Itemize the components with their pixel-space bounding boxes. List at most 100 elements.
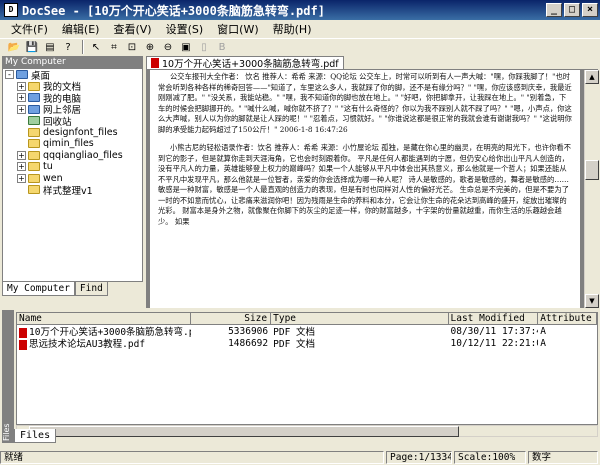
- tab-my-computer[interactable]: My Computer: [2, 282, 75, 296]
- files-side-label: Files: [2, 310, 14, 443]
- column-size[interactable]: Size: [191, 313, 272, 324]
- zoom-in-icon[interactable]: ⊕: [142, 40, 158, 54]
- tree-item[interactable]: 回收站: [3, 115, 142, 128]
- vertical-scrollbar[interactable]: ▲ ▼: [584, 70, 599, 308]
- tree-item-label: qimin_files: [43, 138, 94, 150]
- column-name[interactable]: Name: [17, 313, 192, 324]
- column-type[interactable]: Type: [271, 313, 449, 324]
- menu-settings[interactable]: 设置(S): [159, 21, 211, 37]
- folder-icon: [28, 139, 40, 149]
- horizontal-scrollbar[interactable]: [16, 425, 598, 437]
- left-tab-bar: My Computer Find: [2, 282, 143, 298]
- expand-icon[interactable]: +: [17, 104, 26, 114]
- close-button[interactable]: ×: [582, 3, 598, 17]
- column-last-modified[interactable]: Last Modified: [449, 313, 539, 324]
- file-size: 5336906: [228, 325, 269, 337]
- pdf-page: 公交车报刊大全作者： 饮名 推荐人：希希 来源：QQ论坛 公交车上，时常可以听到…: [150, 70, 580, 308]
- tree-item[interactable]: designfont_files: [3, 127, 142, 139]
- print-icon[interactable]: ▤: [42, 40, 58, 54]
- column-attribute[interactable]: Attribute: [538, 313, 597, 324]
- tree-item-label: designfont_files: [43, 126, 118, 138]
- recycle-bin-icon: [28, 116, 40, 126]
- scroll-up-icon[interactable]: ▲: [585, 70, 599, 84]
- tree-item-label: 样式整理v1: [43, 185, 93, 197]
- folder-icon: [28, 150, 40, 160]
- tree-item-label: tu: [43, 161, 53, 173]
- open-icon[interactable]: 📂: [6, 40, 22, 54]
- toolbar: 📂 💾 ▤ ? ↖ ⌗ ⊡ ⊕ ⊖ ▣ ▯ B: [0, 38, 600, 55]
- document-tab-bar: 10万个开心笑话+3000条脑筋急转弯.pdf: [146, 56, 598, 70]
- network-icon: [28, 104, 40, 114]
- document-viewport[interactable]: 公交车报刊大全作者： 饮名 推荐人：希希 来源：QQ论坛 公交车上，时常可以听到…: [146, 70, 584, 308]
- page-paragraph: 小熊古尼的轻松语录作者：饮名 推荐人：希希 来源：小竹屋论坛 孤独，是藏在你心里…: [158, 143, 571, 226]
- menu-window[interactable]: 窗口(W): [210, 21, 265, 37]
- tab-files[interactable]: Files: [14, 429, 57, 443]
- expand-icon[interactable]: +: [17, 173, 26, 183]
- tree-item-label: 回收站: [43, 116, 72, 128]
- tab-find[interactable]: Find: [74, 282, 108, 296]
- tree-item[interactable]: + 网上邻居: [3, 104, 142, 116]
- file-modified: 08/30/11 17:37:40: [450, 325, 539, 337]
- document-area: 10万个开心笑话+3000条脑筋急转弯.pdf 公交车报刊大全作者： 饮名 推荐…: [146, 56, 599, 308]
- menu-view[interactable]: 查看(V): [106, 21, 158, 37]
- scroll-thumb[interactable]: [585, 160, 599, 180]
- window-title: DocSee - [10万个开心笑话+3000条脑筋急转弯.pdf]: [22, 3, 325, 18]
- title-bar: D DocSee - [10万个开心笑话+3000条脑筋急转弯.pdf] _ □…: [0, 0, 600, 20]
- folder-icon: [28, 173, 40, 183]
- tree-item[interactable]: + tu: [3, 161, 142, 173]
- help-icon[interactable]: ?: [60, 40, 76, 54]
- file-attribute: A: [540, 337, 546, 349]
- scroll-thumb[interactable]: [29, 426, 459, 437]
- pdf-icon: [151, 58, 159, 68]
- folder-icon: [28, 127, 40, 137]
- expand-icon[interactable]: +: [17, 93, 26, 103]
- expand-icon[interactable]: +: [17, 81, 26, 91]
- status-numlock: 数字: [528, 450, 598, 464]
- tree-item-label: qqqiangliao_files: [43, 149, 123, 161]
- panel-header: My Computer: [2, 56, 143, 68]
- folder-icon: [28, 162, 40, 172]
- folder-icon: [28, 81, 40, 91]
- desktop-icon: [16, 70, 28, 80]
- maximize-button[interactable]: □: [564, 3, 580, 17]
- save-icon[interactable]: 💾: [24, 40, 40, 54]
- tree-item[interactable]: 样式整理v1: [3, 184, 142, 197]
- expand-icon[interactable]: +: [17, 150, 26, 160]
- menu-bar: 文件(F) 编辑(E) 查看(V) 设置(S) 窗口(W) 帮助(H): [0, 20, 600, 38]
- fit-page-icon[interactable]: ▣: [178, 40, 194, 54]
- document-tab-label: 10万个开心笑话+3000条脑筋急转弯.pdf: [162, 59, 339, 70]
- menu-help[interactable]: 帮助(H): [266, 21, 319, 37]
- tree-item[interactable]: qimin_files: [3, 138, 142, 150]
- file-row[interactable]: 思远技术论坛AU3教程.pdf 1486692 PDF 文档 10/12/11 …: [17, 337, 597, 350]
- expand-icon[interactable]: +: [17, 162, 26, 172]
- tree-item[interactable]: + qqqiangliao_files: [3, 150, 142, 162]
- status-ready: 就绪: [0, 450, 384, 464]
- file-name: 思远技术论坛AU3教程.pdf: [29, 339, 146, 350]
- document-tab[interactable]: 10万个开心笑话+3000条脑筋急转弯.pdf: [146, 56, 344, 70]
- bold-icon[interactable]: B: [214, 40, 230, 54]
- file-type: PDF 文档: [273, 339, 316, 350]
- folder-tree: - 桌面 + 我的文档 + 我的电脑 + 网上邻居 回收站 designfont…: [2, 68, 143, 282]
- status-scale: Scale:100%: [454, 450, 526, 464]
- toolbar-separator: [82, 40, 84, 54]
- collapse-icon[interactable]: -: [5, 70, 14, 80]
- minimize-button[interactable]: _: [546, 3, 562, 17]
- app-icon: D: [4, 3, 18, 17]
- zoom-out-icon[interactable]: ⊖: [160, 40, 176, 54]
- zoom-select-icon[interactable]: ⊡: [124, 40, 140, 54]
- computer-icon: [28, 93, 40, 103]
- scroll-down-icon[interactable]: ▼: [585, 294, 599, 308]
- menu-edit[interactable]: 编辑(E): [55, 21, 107, 37]
- files-panel: Files Name Size Type Last Modified Attri…: [2, 310, 598, 445]
- actual-size-icon[interactable]: ▯: [196, 40, 212, 54]
- pdf-icon: [19, 339, 27, 350]
- snapshot-icon[interactable]: ⌗: [106, 40, 122, 54]
- left-panel: My Computer - 桌面 + 我的文档 + 我的电脑 + 网上邻居 回收…: [2, 56, 143, 300]
- page-paragraph: 公交车报刊大全作者： 饮名 推荐人：希希 来源：QQ论坛 公交车上，时常可以听到…: [158, 72, 572, 134]
- file-modified: 10/12/11 22:21:06: [450, 337, 539, 349]
- status-bar: 就绪 Page:1/1334 Scale:100% 数字: [0, 449, 600, 465]
- menu-file[interactable]: 文件(F): [4, 21, 55, 37]
- select-icon[interactable]: ↖: [88, 40, 104, 54]
- folder-icon: [28, 185, 40, 195]
- file-size: 1486692: [228, 337, 269, 349]
